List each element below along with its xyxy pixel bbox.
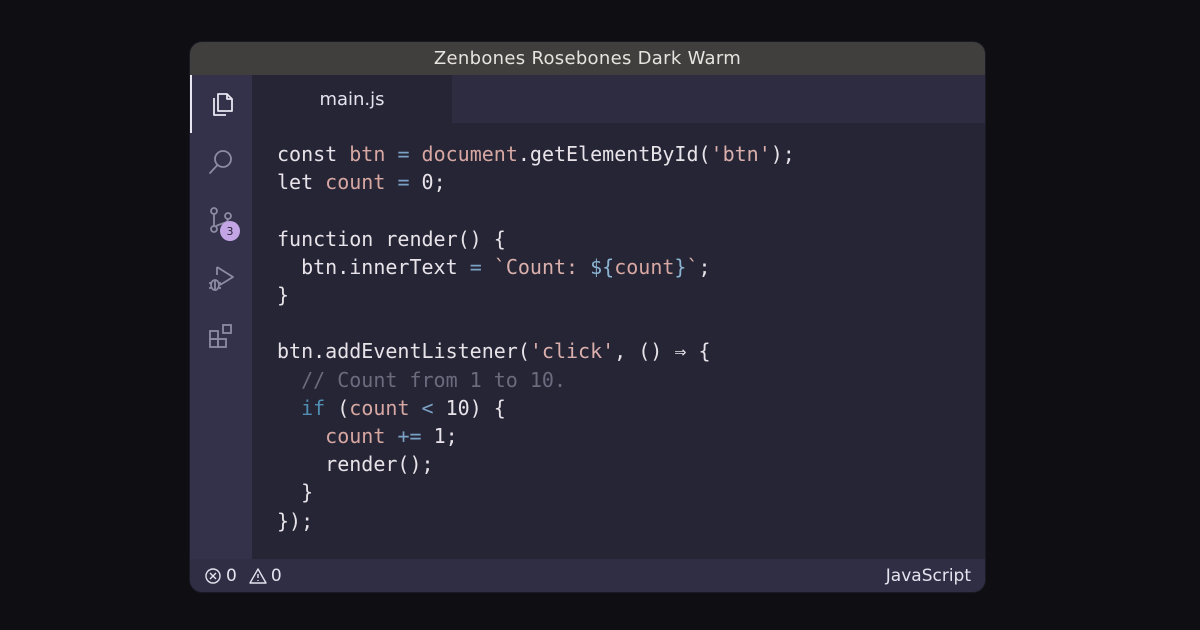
run-debug-icon	[209, 266, 234, 291]
tab-label: main.js	[319, 88, 385, 110]
source-control-badge: 3	[220, 221, 240, 241]
search-icon	[209, 150, 232, 174]
code-content[interactable]: const btn = document.getElementById('btn…	[277, 140, 795, 535]
activity-run-debug[interactable]	[190, 249, 252, 307]
problems-indicator[interactable]: 0 0	[204, 559, 282, 592]
tab-main-js[interactable]: main.js	[252, 75, 452, 123]
language-label: JavaScript	[885, 565, 971, 586]
activity-explorer[interactable]	[190, 75, 252, 133]
warning-count: 0	[270, 565, 282, 586]
activity-search[interactable]	[190, 133, 252, 191]
window-titlebar: Zenbones Rosebones Dark Warm	[190, 42, 985, 75]
error-count: 0	[226, 565, 237, 586]
editor-window: Zenbones Rosebones Dark Warm 3 main.js c…	[190, 42, 985, 592]
activity-bar: 3	[190, 75, 252, 559]
activity-source-control[interactable]: 3	[190, 191, 252, 249]
activity-extensions[interactable]	[190, 307, 252, 365]
files-icon	[213, 93, 233, 116]
error-icon	[205, 567, 221, 584]
language-mode[interactable]: JavaScript	[886, 559, 971, 592]
status-bar: 0 0 JavaScript	[190, 559, 985, 592]
code-editor[interactable]: const btn = document.getElementById('btn…	[252, 123, 985, 559]
extensions-icon	[209, 324, 232, 348]
tab-bar: main.js	[252, 75, 985, 123]
window-title: Zenbones Rosebones Dark Warm	[433, 48, 742, 69]
warning-icon	[249, 567, 267, 584]
